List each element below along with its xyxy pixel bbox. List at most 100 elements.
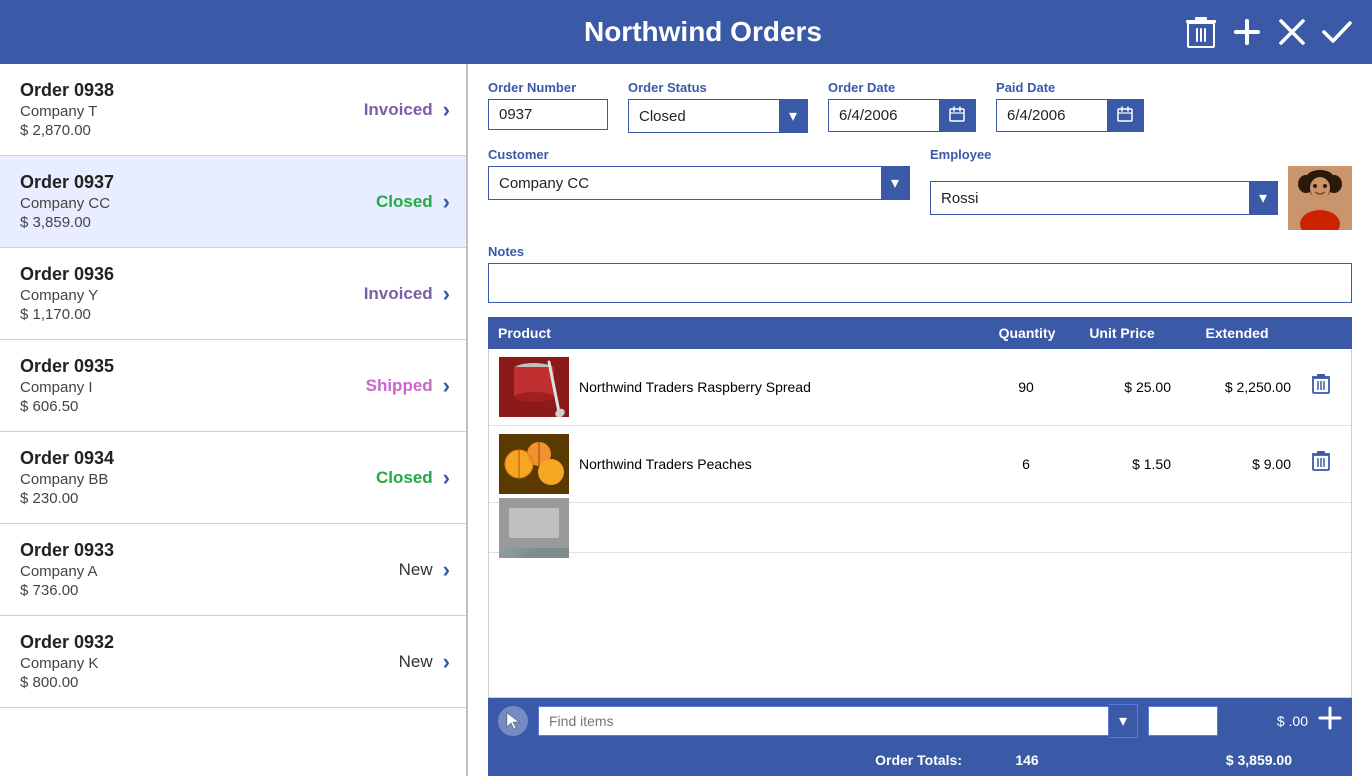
main-layout: Order 0938 Company T $ 2,870.00 Invoiced… bbox=[0, 64, 1372, 776]
customer-input[interactable] bbox=[489, 169, 881, 198]
product-thumbnail-raspberry bbox=[499, 357, 569, 417]
order-date-calendar[interactable] bbox=[939, 100, 975, 131]
table-row: Northwind Traders Peaches 6 $ 1.50 $ 9.0… bbox=[489, 426, 1351, 503]
product-thumbnail-peaches bbox=[499, 434, 569, 494]
customer-label: Customer bbox=[488, 147, 910, 162]
order-number-label: Order Number bbox=[488, 80, 608, 95]
raspberry-image bbox=[499, 357, 569, 417]
find-items-input[interactable] bbox=[538, 706, 1109, 736]
order-number-input[interactable] bbox=[488, 99, 608, 130]
order-list-item[interactable]: Order 0933 Company A $ 736.00 New › bbox=[0, 524, 466, 616]
order-status: Invoiced bbox=[343, 100, 433, 120]
chevron-right-icon: › bbox=[443, 465, 450, 491]
find-items-dropdown[interactable]: ▾ bbox=[1109, 704, 1138, 738]
col-unit-price-header: Unit Price bbox=[1072, 325, 1182, 341]
order-list-item[interactable]: Order 0932 Company K $ 800.00 New › bbox=[0, 616, 466, 708]
order-company: Company Y bbox=[20, 287, 343, 304]
order-status-dropdown[interactable]: ▾ bbox=[779, 100, 807, 132]
order-info: Order 0938 Company T $ 2,870.00 bbox=[20, 80, 343, 139]
calendar-icon bbox=[949, 106, 965, 122]
order-name: Order 0934 bbox=[20, 448, 343, 469]
paid-date-label: Paid Date bbox=[996, 80, 1144, 95]
order-list-item[interactable]: Order 0935 Company I $ 606.50 Shipped › bbox=[0, 340, 466, 432]
paid-date-calendar[interactable] bbox=[1107, 100, 1143, 131]
order-info: Order 0933 Company A $ 736.00 bbox=[20, 540, 343, 599]
product-extended: $ 2,250.00 bbox=[1181, 379, 1301, 395]
order-company: Company A bbox=[20, 563, 343, 580]
delete-row-button-2[interactable] bbox=[1312, 450, 1330, 478]
paid-date-input[interactable] bbox=[997, 101, 1107, 130]
add-item-button[interactable] bbox=[1318, 705, 1342, 737]
cancel-button[interactable] bbox=[1278, 18, 1306, 46]
order-name: Order 0936 bbox=[20, 264, 343, 285]
product-quantity: 6 bbox=[981, 456, 1071, 472]
delete-button[interactable] bbox=[1186, 15, 1216, 49]
products-table-header: Product Quantity Unit Price Extended bbox=[488, 317, 1352, 349]
chevron-right-icon: › bbox=[443, 281, 450, 307]
customer-dropdown[interactable]: ▾ bbox=[881, 167, 909, 199]
order-amount: $ 1,170.00 bbox=[20, 306, 343, 323]
trash-row-icon bbox=[1312, 373, 1330, 395]
col-extended-header: Extended bbox=[1182, 325, 1302, 341]
paid-date-wrapper bbox=[996, 99, 1144, 132]
calendar-icon-2 bbox=[1117, 106, 1133, 122]
products-section: Product Quantity Unit Price Extended bbox=[488, 317, 1352, 776]
product-thumbnail-other bbox=[499, 498, 569, 558]
order-amount: $ 736.00 bbox=[20, 582, 343, 599]
product-unit-price: $ 1.50 bbox=[1071, 456, 1181, 472]
order-amount: $ 230.00 bbox=[20, 490, 343, 507]
order-status-field: Order Status ▾ bbox=[628, 80, 808, 133]
confirm-button[interactable] bbox=[1322, 20, 1352, 44]
employee-field: Employee ▾ bbox=[930, 147, 1352, 230]
product-quantity: 90 bbox=[981, 379, 1071, 395]
employee-input[interactable] bbox=[931, 184, 1249, 213]
form-row-2: Customer ▾ Employee ▾ bbox=[488, 147, 1352, 230]
order-info: Order 0937 Company CC $ 3,859.00 bbox=[20, 172, 343, 231]
plus-icon bbox=[1232, 17, 1262, 47]
order-company: Company CC bbox=[20, 195, 343, 212]
product-delete bbox=[1301, 450, 1341, 478]
order-amount: $ 3,859.00 bbox=[20, 214, 343, 231]
order-list-item[interactable]: Order 0934 Company BB $ 230.00 Closed › bbox=[0, 432, 466, 524]
employee-dropdown[interactable]: ▾ bbox=[1249, 182, 1277, 214]
totals-quantity: 146 bbox=[982, 752, 1072, 768]
product-delete bbox=[1301, 373, 1341, 401]
order-name: Order 0935 bbox=[20, 356, 343, 377]
customer-field: Customer ▾ bbox=[488, 147, 910, 230]
delete-row-button[interactable] bbox=[1312, 373, 1330, 401]
order-info: Order 0936 Company Y $ 1,170.00 bbox=[20, 264, 343, 323]
totals-amount: $ 3,859.00 bbox=[1182, 752, 1302, 768]
add-button[interactable] bbox=[1232, 17, 1262, 47]
add-qty-input[interactable] bbox=[1148, 706, 1218, 736]
order-list-item[interactable]: Order 0938 Company T $ 2,870.00 Invoiced… bbox=[0, 64, 466, 156]
chevron-right-icon: › bbox=[443, 373, 450, 399]
order-date-input[interactable] bbox=[829, 101, 939, 130]
order-amount: $ 800.00 bbox=[20, 674, 343, 691]
add-price-display: $ .00 bbox=[1228, 713, 1308, 729]
notes-input[interactable] bbox=[488, 263, 1352, 303]
order-totals-row: Order Totals: 146 $ 3,859.00 bbox=[488, 744, 1352, 776]
notes-label: Notes bbox=[488, 244, 1352, 259]
order-status-wrapper: ▾ bbox=[628, 99, 808, 133]
product-name: Northwind Traders Raspberry Spread bbox=[579, 379, 981, 395]
order-name: Order 0933 bbox=[20, 540, 343, 561]
peaches-image bbox=[499, 434, 569, 494]
product-unit-price: $ 25.00 bbox=[1071, 379, 1181, 395]
add-item-row: ▾ $ .00 bbox=[488, 698, 1352, 744]
add-item-plus-icon bbox=[1318, 706, 1342, 730]
order-list-item[interactable]: Order 0936 Company Y $ 1,170.00 Invoiced… bbox=[0, 248, 466, 340]
notes-field: Notes bbox=[488, 244, 1352, 303]
order-company: Company BB bbox=[20, 471, 343, 488]
col-product-header: Product bbox=[498, 325, 982, 341]
order-info: Order 0935 Company I $ 606.50 bbox=[20, 356, 343, 415]
app-header: Northwind Orders bbox=[0, 0, 1372, 64]
order-list-item[interactable]: Order 0937 Company CC $ 3,859.00 Closed … bbox=[0, 156, 466, 248]
order-name: Order 0938 bbox=[20, 80, 343, 101]
order-status: Closed bbox=[343, 468, 433, 488]
product-extended: $ 9.00 bbox=[1181, 456, 1301, 472]
order-status-input[interactable] bbox=[629, 102, 779, 131]
cursor-indicator bbox=[498, 706, 528, 736]
order-info: Order 0932 Company K $ 800.00 bbox=[20, 632, 343, 691]
find-items-wrapper: ▾ bbox=[538, 704, 1138, 738]
form-row-1: Order Number Order Status ▾ Order Date bbox=[488, 80, 1352, 133]
